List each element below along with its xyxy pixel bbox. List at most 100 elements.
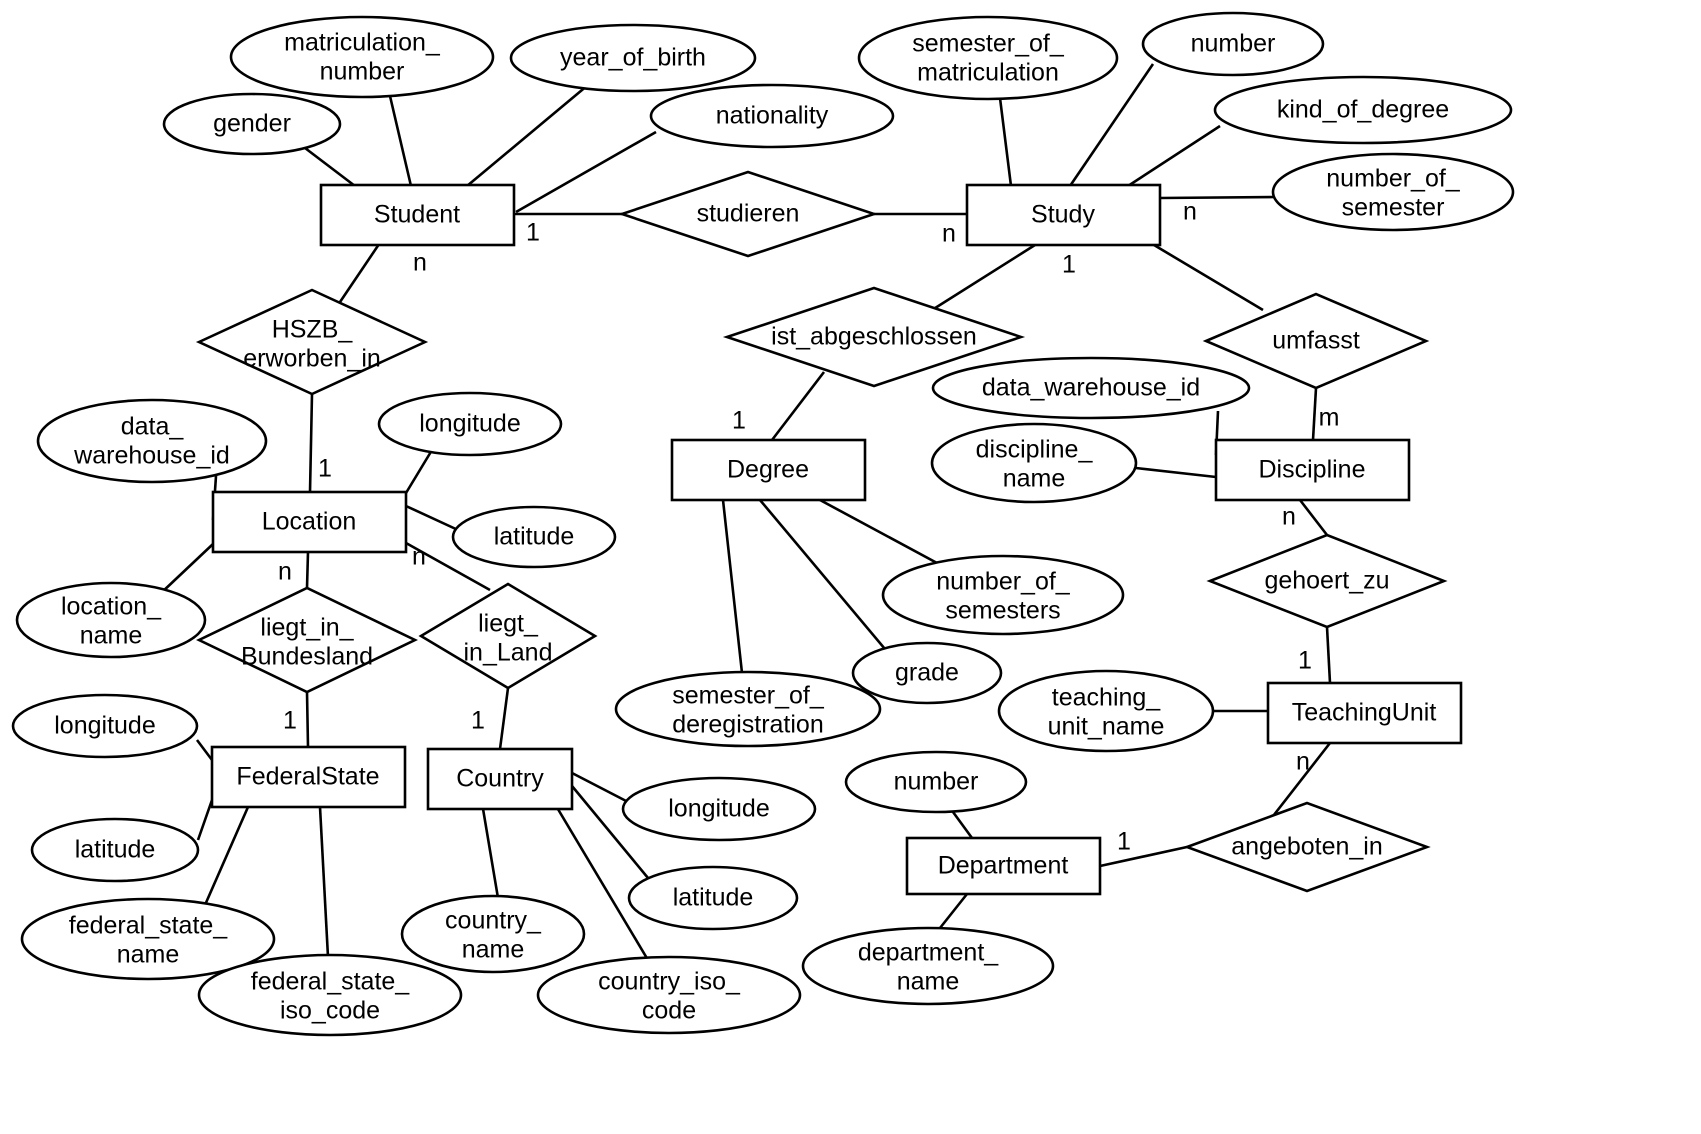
edge-department-number	[951, 811, 974, 839]
cardinality-label: 1	[1117, 828, 1131, 856]
attribute-label: data_warehouse_id	[982, 374, 1200, 402]
attribute-teaching-unit-name: teaching_ unit_name	[997, 669, 1215, 753]
attribute-label: matriculation_	[284, 29, 441, 57]
relationship-label: studieren	[697, 200, 800, 228]
relationship-label: liegt_in_	[260, 614, 354, 642]
edge-nationality-student	[515, 130, 657, 214]
attribute-nationality: nationality	[649, 83, 895, 149]
edge-degree-semester-deregistration	[721, 499, 744, 674]
entity-federalstate[interactable]: FederalState	[210, 745, 407, 809]
attribute-country-longitude: longitude	[621, 776, 817, 842]
attribute-label: grade	[895, 659, 959, 687]
er-diagram-canvas: matriculation_ number gender year_of_bir…	[0, 0, 1701, 1134]
edge-hszb-location	[308, 393, 314, 493]
relationship-label: in_Land	[464, 639, 553, 667]
cardinality-label: 1	[1298, 647, 1312, 675]
entity-location[interactable]: Location	[211, 490, 408, 554]
entity-country[interactable]: Country	[426, 747, 574, 811]
relationship-liegt-in-bundesland: liegt_in_ Bundesland	[196, 586, 418, 694]
attribute-grade: grade	[851, 641, 1003, 705]
relationship-angeboten-in: angeboten_in	[1183, 801, 1431, 893]
relationship-gehoert-zu: gehoert_zu	[1206, 533, 1448, 629]
attribute-label: location_	[61, 593, 162, 621]
attribute-semester-of-matriculation: semester_of_ matriculation	[857, 15, 1119, 101]
attribute-label: discipline_	[976, 436, 1094, 464]
attribute-matriculation-number: matriculation_ number	[229, 15, 495, 99]
edge-discipline-name	[1135, 466, 1217, 479]
edge-kind-of-degree-study	[1127, 124, 1221, 188]
edge-location-liegt-in-bundesland	[305, 551, 310, 589]
attribute-label: semester_of_	[912, 30, 1065, 58]
entity-label: TeachingUnit	[1292, 699, 1437, 727]
attribute-label: country_iso_	[598, 968, 741, 996]
attribute-label: matriculation	[917, 59, 1059, 87]
edge-liegt-bundesland-federalstate	[305, 691, 310, 748]
edge-fs-iso-code	[318, 806, 330, 958]
attribute-label: longitude	[668, 795, 769, 823]
cardinality-label: n	[942, 220, 956, 248]
attribute-label: latitude	[75, 836, 156, 864]
edge-location-longitude	[404, 449, 434, 494]
relationship-studieren: studieren	[617, 170, 879, 258]
entity-department[interactable]: Department	[905, 836, 1102, 896]
edge-fs-longitude	[195, 739, 214, 761]
entity-study[interactable]: Study	[965, 183, 1162, 247]
attribute-label: federal_state_	[69, 912, 229, 940]
relationship-label: HSZB_	[272, 316, 354, 344]
attribute-discipline-name: discipline_ name	[930, 422, 1138, 504]
edge-semester-matriculation-study	[998, 97, 1013, 187]
cardinality-label: 1	[283, 707, 297, 735]
entity-degree[interactable]: Degree	[670, 438, 867, 502]
er-diagram-svg: matriculation_ number gender year_of_bir…	[11, 11, 1515, 1037]
cardinality-label: n	[278, 558, 292, 586]
attribute-label: warehouse_id	[73, 442, 230, 470]
entity-discipline[interactable]: Discipline	[1214, 438, 1411, 502]
entity-label: Study	[1031, 201, 1095, 229]
attribute-country-name: country_ name	[400, 894, 586, 974]
cardinality-label: n	[413, 249, 427, 277]
attribute-semester-of-deregistration: semester_of_ deregistration	[614, 670, 882, 748]
attribute-label: deregistration	[672, 711, 823, 739]
attribute-label: department_	[858, 939, 999, 967]
attribute-country-latitude: latitude	[627, 865, 799, 931]
attribute-label: teaching_	[1052, 684, 1162, 712]
relationship-label: erworben_in	[243, 345, 381, 373]
edge-liegt-land-country	[498, 687, 510, 750]
attribute-number-of-semesters: number_of_ semesters	[881, 554, 1125, 636]
edge-fs-name	[203, 806, 250, 906]
edge-department-angeboten-in	[1099, 845, 1188, 868]
entity-label: Student	[374, 201, 460, 229]
entities-layer: Student Study Location Degree Discipline	[210, 183, 1463, 896]
attribute-label: semester	[1342, 194, 1445, 222]
attribute-label: number	[894, 768, 979, 796]
attribute-label: country_	[445, 907, 542, 935]
attribute-label: federal_state_	[251, 968, 411, 996]
edge-study-ist-abgeschlossen	[931, 243, 1036, 312]
attribute-label: latitude	[673, 884, 754, 912]
relationship-label: angeboten_in	[1231, 833, 1383, 861]
attribute-label: code	[642, 997, 696, 1025]
edge-gender-student	[304, 146, 356, 188]
attribute-location-longitude: longitude	[377, 391, 563, 457]
edge-ist-abgeschlossen-degree	[770, 371, 826, 441]
attribute-year-of-birth: year_of_birth	[509, 23, 757, 93]
attribute-department-number: number	[844, 750, 1028, 814]
attribute-kind-of-degree: kind_of_degree	[1213, 75, 1513, 145]
attribute-location-name: location_ name	[15, 581, 207, 659]
attribute-label: semester_of_	[672, 682, 825, 710]
cardinality-label: 1	[318, 455, 332, 483]
entity-teachingunit[interactable]: TeachingUnit	[1266, 681, 1463, 745]
entity-student[interactable]: Student	[319, 183, 516, 247]
edge-fs-latitude	[196, 799, 214, 841]
entity-label: FederalState	[236, 763, 379, 791]
cardinality-label: n	[1296, 748, 1310, 776]
attribute-location-data-warehouse-id: data_ warehouse_id	[36, 398, 268, 484]
edge-discipline-gehoert-zu	[1298, 499, 1329, 536]
attribute-label: data_	[121, 413, 185, 441]
attribute-location-latitude: latitude	[451, 505, 617, 569]
attribute-study-number: number	[1141, 11, 1325, 77]
attribute-country-iso-code: country_iso_ code	[536, 955, 802, 1035]
attribute-federalstate-longitude: longitude	[11, 693, 199, 759]
attribute-label: name	[462, 936, 525, 964]
entity-label: Discipline	[1259, 456, 1366, 484]
